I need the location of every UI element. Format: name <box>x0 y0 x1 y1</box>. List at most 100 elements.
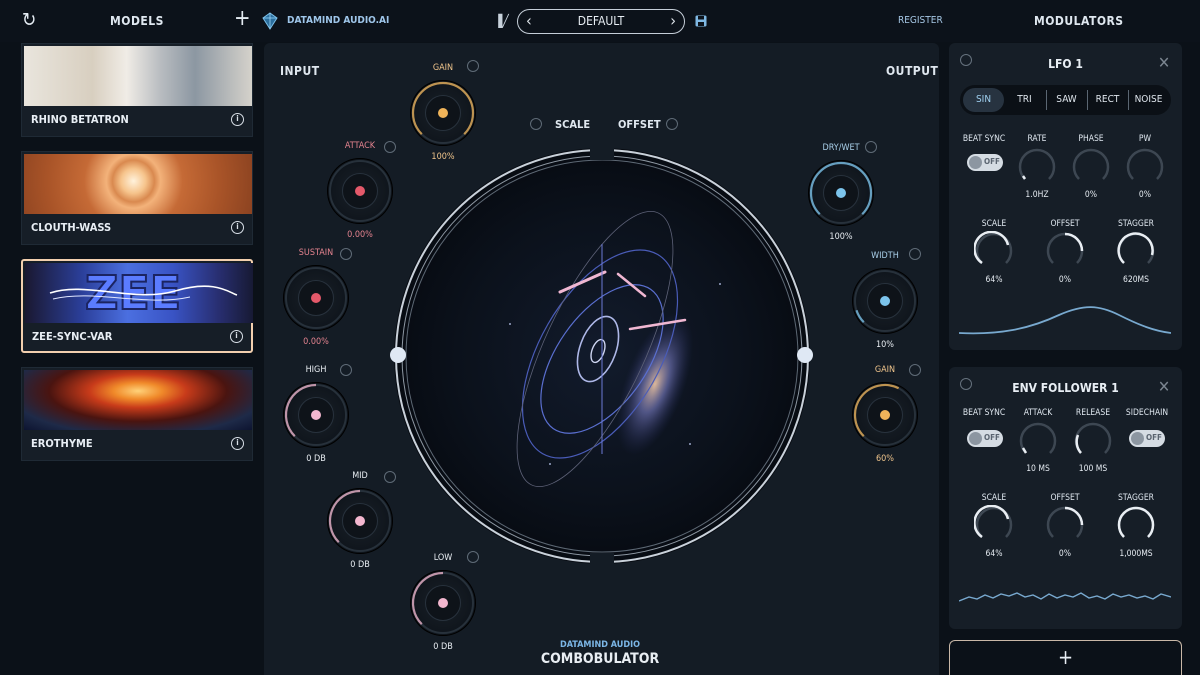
lfo-beat-sync-toggle[interactable]: OFF <box>967 154 1003 171</box>
footer-brand: DATAMIND AUDIO <box>560 640 640 650</box>
knob-indicator-dot <box>311 293 321 303</box>
knob-indicator-dot <box>880 296 890 306</box>
lfo-title: LFO 1 <box>1048 57 1083 71</box>
env-release-knob[interactable] <box>1073 421 1113 461</box>
modulators-title: MODULATORS <box>1034 14 1124 28</box>
knob-value: 100% <box>431 152 455 162</box>
model-thumbnail <box>24 370 252 430</box>
knob-level-arc <box>855 309 865 323</box>
input-label: INPUT <box>280 64 320 78</box>
preset-prev-button[interactable]: ‹ <box>526 12 532 30</box>
mod-target-dot[interactable] <box>384 141 396 153</box>
preset-next-button[interactable]: › <box>670 12 676 30</box>
knob-value: 0 DB <box>433 642 453 652</box>
mod-target-dot[interactable] <box>909 248 921 260</box>
offset-mod-target[interactable] <box>666 118 678 130</box>
lfo-offset-knob[interactable] <box>1045 231 1085 271</box>
knob-value: 60% <box>876 454 894 464</box>
save-icon[interactable] <box>695 15 707 27</box>
model-card-zee-sync-var[interactable]: ZEE ZEE-SYNC-VAR i <box>21 259 253 353</box>
phase-knob[interactable] <box>1071 147 1111 187</box>
mod-target-dot[interactable] <box>340 364 352 376</box>
knob-indicator-dot <box>311 410 321 420</box>
model-name: RHINO BETATRON <box>31 113 129 126</box>
rate-value: 1.0HZ <box>1025 190 1049 200</box>
lfo-stagger-knob[interactable] <box>1116 231 1156 271</box>
scale-mod-target[interactable] <box>530 118 542 130</box>
library-icon[interactable]: ▐╱ <box>494 14 509 28</box>
offset-label: OFFSET <box>1050 219 1080 229</box>
stagger-value: 620MS <box>1122 275 1150 285</box>
env-stagger-knob[interactable] <box>1116 505 1156 545</box>
scale-value: 64% <box>985 275 1003 285</box>
info-icon[interactable]: i <box>230 330 243 343</box>
close-icon[interactable]: ✕ <box>1158 377 1170 396</box>
stagger-value: 1,000MS <box>1119 549 1153 559</box>
mod-target-dot[interactable] <box>865 141 877 153</box>
preset-selector[interactable]: ‹ DEFAULT › <box>517 9 685 34</box>
mod-target-dot[interactable] <box>340 248 352 260</box>
footer-product: COMBOBULATOR <box>540 651 660 667</box>
high-knob[interactable] <box>283 382 349 448</box>
model-thumbnail <box>24 46 252 106</box>
pw-knob[interactable] <box>1125 147 1165 187</box>
dry-wet-knob[interactable] <box>808 160 874 226</box>
sustain-knob[interactable] <box>283 265 349 331</box>
model-name: CLOUTH-WASS <box>31 221 112 234</box>
mod-target-dot[interactable] <box>384 471 396 483</box>
model-card-erothyme[interactable]: EROTHYME i <box>21 367 253 461</box>
model-name: ZEE-SYNC-VAR <box>32 330 113 343</box>
toggle-knob <box>969 156 982 169</box>
env-attack-knob[interactable] <box>1018 421 1058 461</box>
info-icon[interactable]: i <box>231 221 244 234</box>
mod-target-dot[interactable] <box>467 551 479 563</box>
knob-value: 0 DB <box>350 560 370 570</box>
close-icon[interactable]: ✕ <box>1158 53 1170 72</box>
rate-knob[interactable] <box>1017 147 1057 187</box>
tab-rect[interactable]: RECT <box>1087 85 1128 115</box>
env-scale-knob[interactable] <box>974 505 1014 545</box>
lfo-panel: LFO 1 ✕ SIN TRI SAW RECT NOISE BEAT SYNC… <box>949 43 1182 350</box>
mod-target-dot[interactable] <box>909 364 921 376</box>
lfo-scale-knob[interactable] <box>974 231 1014 271</box>
env-offset-knob[interactable] <box>1045 505 1085 545</box>
gain-out-knob[interactable] <box>852 382 918 448</box>
knob-value: 0.00% <box>303 337 329 347</box>
gain-in-knob[interactable] <box>410 80 476 146</box>
add-model-button[interactable]: + <box>234 8 254 30</box>
model-card-rhino-betatron[interactable]: RHINO BETATRON i <box>21 43 253 137</box>
refresh-icon[interactable]: ↻ <box>22 10 42 30</box>
low-knob[interactable] <box>410 570 476 636</box>
width-knob[interactable] <box>852 268 918 334</box>
info-icon[interactable]: i <box>231 113 244 126</box>
phase-value: 0% <box>1084 190 1098 200</box>
toggle-knob <box>969 432 982 445</box>
attack-knob[interactable] <box>327 158 393 224</box>
tab-tri[interactable]: TRI <box>1004 85 1045 115</box>
env-sidechain-toggle[interactable]: OFF <box>1129 430 1165 447</box>
model-card-clouth-wass[interactable]: CLOUTH-WASS i <box>21 151 253 245</box>
rate-label: RATE <box>1027 134 1047 144</box>
brand-link[interactable]: DATAMIND AUDIO.AI <box>287 15 389 26</box>
phase-label: PHASE <box>1078 134 1104 144</box>
knob-indicator-dot <box>438 108 448 118</box>
info-icon[interactable]: i <box>231 437 244 450</box>
toggle-state: OFF <box>984 433 1000 442</box>
tab-sin[interactable]: SIN <box>963 88 1004 112</box>
beat-sync-label: BEAT SYNC <box>962 134 1006 144</box>
env-beat-sync-toggle[interactable]: OFF <box>967 430 1003 447</box>
sidechain-label: SIDECHAIN <box>1125 408 1169 418</box>
release-value: 100 MS <box>1078 464 1108 474</box>
tab-saw[interactable]: SAW <box>1046 85 1087 115</box>
scale-label: SCALE <box>981 493 1007 503</box>
models-title: MODELS <box>110 14 164 28</box>
visualizer-display[interactable] <box>390 144 815 569</box>
tab-noise[interactable]: NOISE <box>1128 85 1169 115</box>
register-link[interactable]: REGISTER <box>898 15 943 26</box>
stagger-label: STAGGER <box>1118 493 1154 503</box>
model-thumbnail: ZEE <box>25 263 253 323</box>
scale-label: SCALE <box>981 219 1007 229</box>
add-modulator-button[interactable]: + <box>949 640 1182 675</box>
mid-knob[interactable] <box>327 488 393 554</box>
mod-target-dot[interactable] <box>467 60 479 72</box>
